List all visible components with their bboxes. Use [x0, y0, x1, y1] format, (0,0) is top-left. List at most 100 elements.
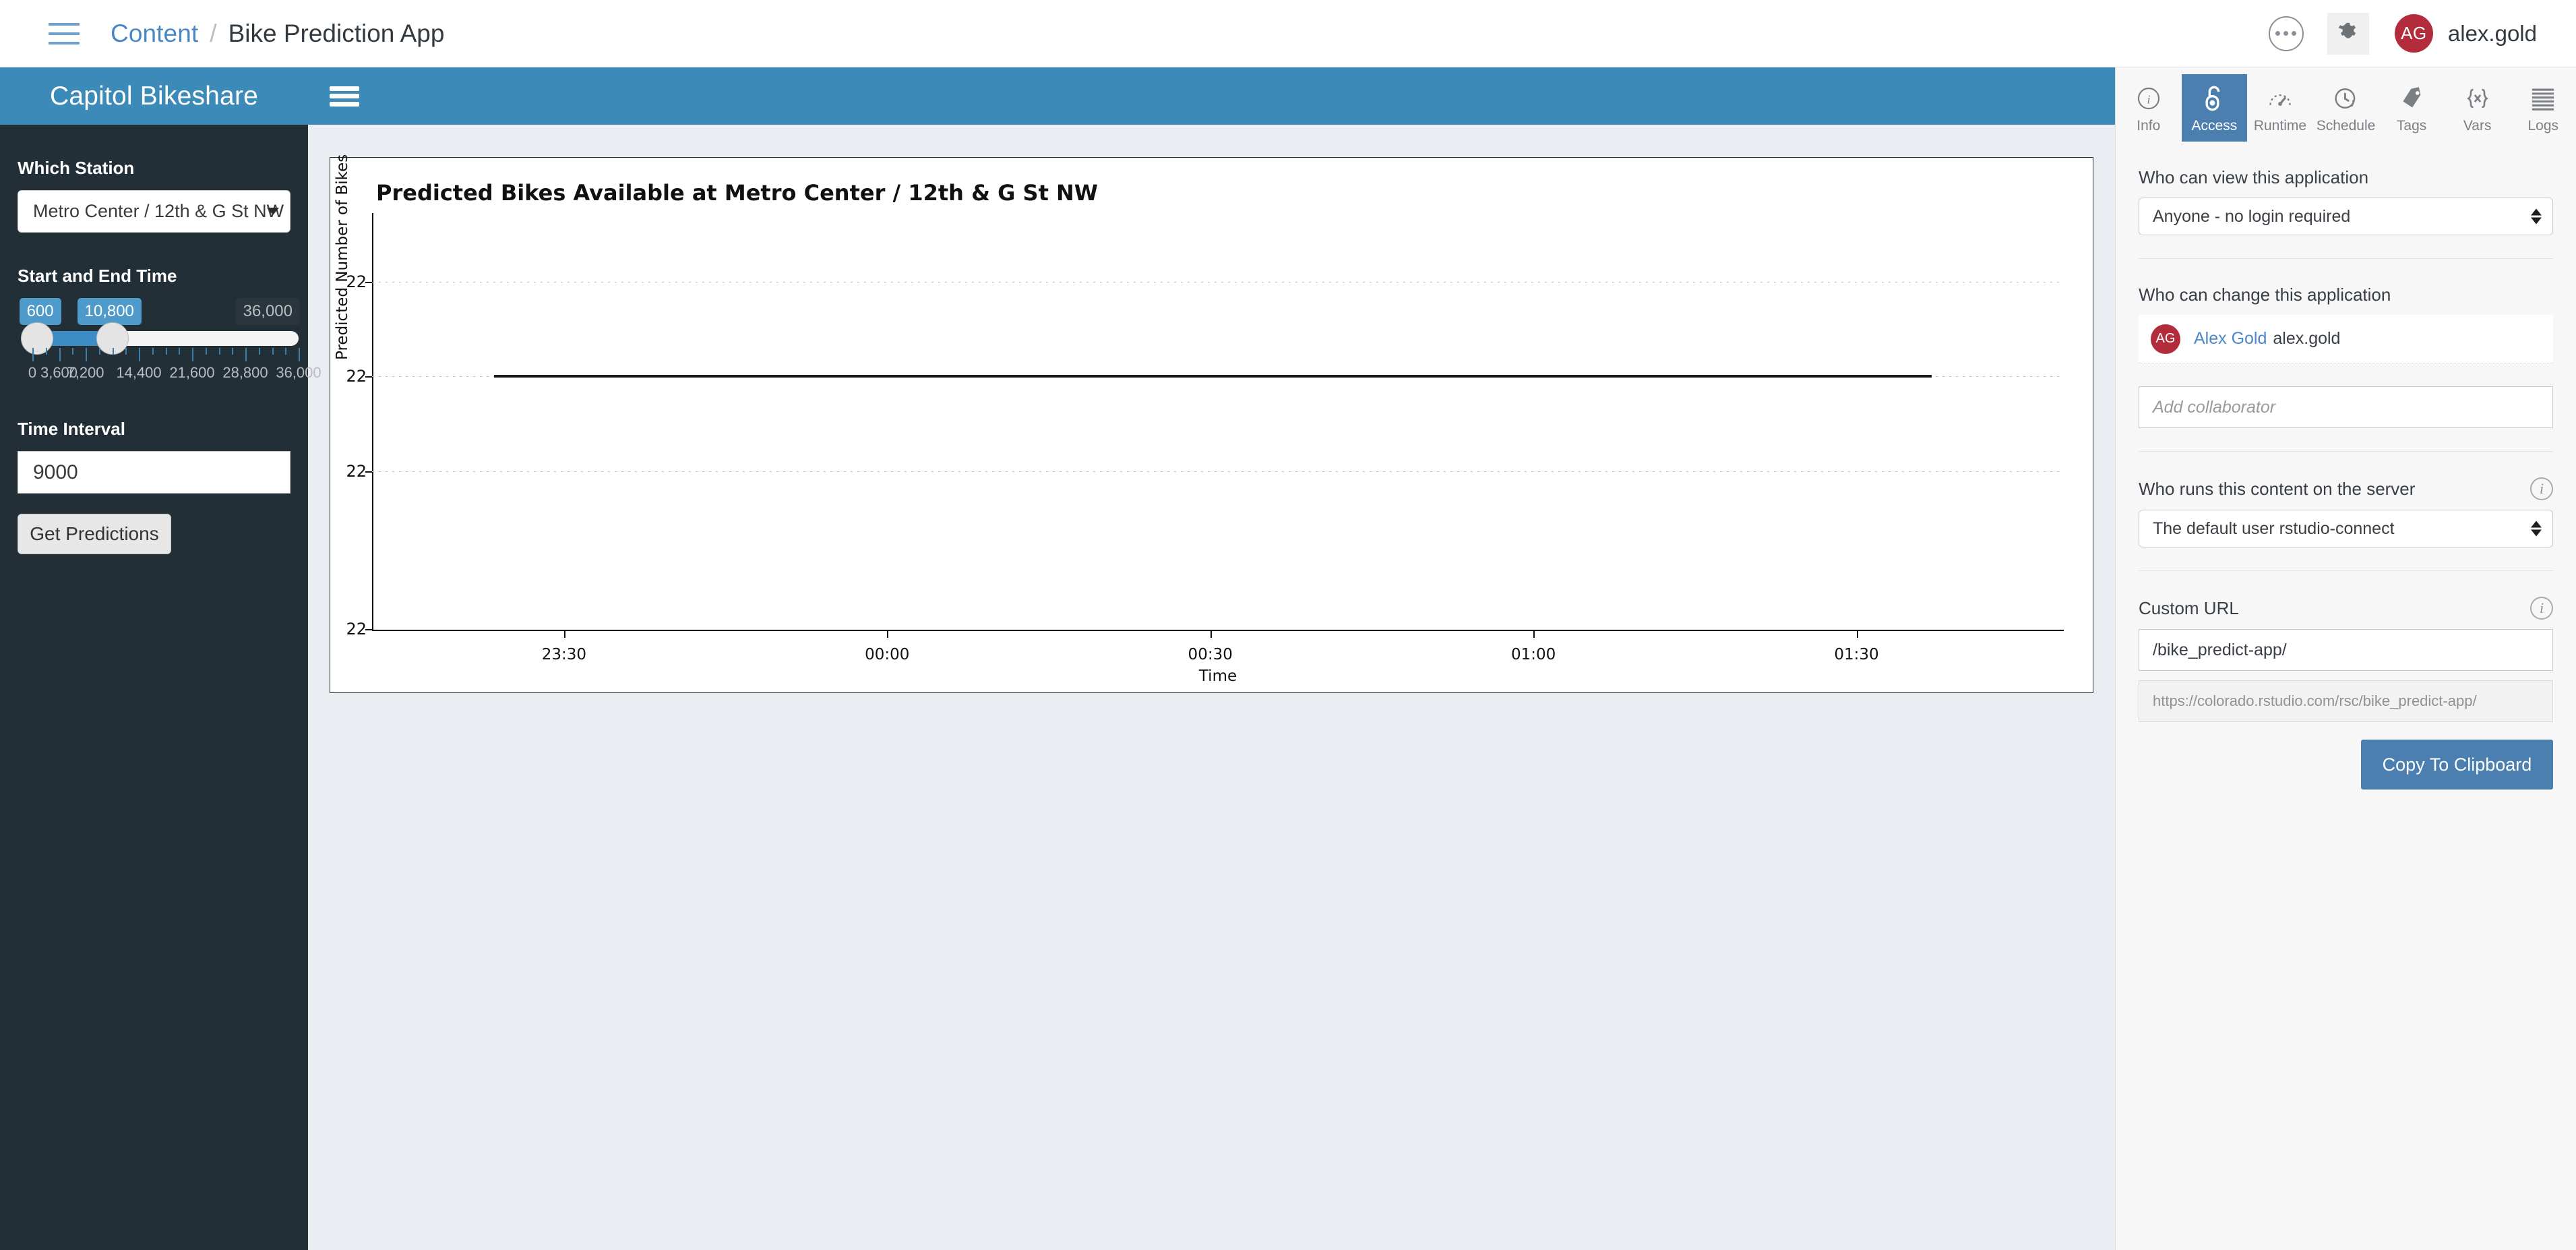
more-options-icon[interactable] [2268, 16, 2304, 51]
collaborator-row[interactable]: AG Alex Gold alex.gold [2139, 315, 2553, 363]
slider-low-value-bubble: 600 [19, 298, 61, 325]
full-url-value: https://colorado.rstudio.com/rsc/bike_pr… [2153, 692, 2477, 709]
app-brand-title: Capitol Bikeshare [0, 67, 308, 125]
get-predictions-button[interactable]: Get Predictions [18, 514, 171, 554]
chart-y-tick-mark [365, 628, 372, 630]
chart-y-tick-label: 22 [346, 461, 367, 481]
chart-y-tick-mark [365, 282, 372, 284]
slider-minor-tick [45, 348, 47, 355]
slider-minor-tick [112, 348, 114, 355]
add-collaborator-placeholder: Add collaborator [2153, 397, 2276, 417]
tab-tags[interactable]: Tags [2379, 74, 2445, 142]
collaborator-name-link[interactable]: Alex Gold [2194, 329, 2267, 349]
interval-input-value: 9000 [33, 460, 78, 483]
full-url-readonly: https://colorado.rstudio.com/rsc/bike_pr… [2139, 680, 2553, 722]
select-spinner-icon [2531, 520, 2542, 537]
tab-label: Vars [2463, 118, 2492, 133]
custom-url-label-row: Custom URL i [2139, 597, 2553, 620]
page-title: Bike Prediction App [228, 19, 445, 47]
time-range-slider[interactable]: 600 10,800 36,000 0 3,600 7,200 14,400 21,60… [18, 298, 321, 386]
slider-max-badge: 36,000 [235, 298, 300, 325]
tab-label: Access [2191, 118, 2238, 133]
chart-x-axis-label: Time [1198, 667, 1237, 685]
chart-plot-area: 22 22 22 22 23:30 00:00 00:30 01:00 01:30 Time [346, 213, 2064, 685]
prediction-chart-panel: Predicted Bikes Available at Metro Cente… [330, 154, 2093, 693]
slider-minor-tick [98, 348, 100, 355]
chart-x-tick-label: 01:30 [1834, 646, 1879, 663]
copy-to-clipboard-button[interactable]: Copy To Clipboard [2361, 740, 2553, 790]
station-label: Which Station [18, 158, 135, 178]
custom-url-input[interactable]: /bike_predict-app/ [2139, 629, 2553, 671]
breadcrumb-content-link[interactable]: Content [111, 20, 198, 48]
who-runs-select[interactable]: The default user rstudio-connect [2139, 510, 2553, 547]
tab-label: Tags [2396, 118, 2427, 133]
chevron-down-icon [267, 208, 279, 215]
tab-label: Runtime [2253, 118, 2307, 133]
top-navigation-bar: Content / Bike Prediction App AG alex.go… [0, 0, 2576, 67]
chart-x-tick-mark [1210, 631, 1212, 638]
slider-major-tick [139, 348, 140, 361]
info-circle-icon[interactable]: i [2530, 477, 2553, 500]
who-runs-label: Who runs this content on the server [2139, 478, 2416, 499]
who-can-view-label: Who can view this application [2139, 167, 2369, 187]
chart-x-tick-mark [1533, 631, 1535, 638]
lines-log-icon [2529, 82, 2557, 115]
slider-minor-tick [218, 348, 220, 355]
chart-y-axis-line [372, 213, 373, 631]
slider-major-tick [299, 348, 300, 361]
avatar[interactable]: AG [2394, 14, 2433, 53]
slider-major-tick [245, 348, 247, 361]
chart-x-tick-mark [887, 631, 889, 638]
tab-vars[interactable]: Vars [2445, 74, 2511, 142]
copy-button-row: Copy To Clipboard [2139, 722, 2553, 790]
info-circle-icon[interactable]: i [2530, 597, 2553, 620]
breadcrumb-separator: / [210, 19, 217, 47]
tab-runtime[interactable]: Runtime [2247, 74, 2313, 142]
slider-minor-tick [272, 348, 274, 355]
tab-logs[interactable]: Logs [2510, 74, 2576, 142]
slider-tick-label: 0 [28, 364, 37, 381]
collaborator-username: alex.gold [2273, 329, 2341, 348]
hamburger-icon[interactable] [49, 22, 80, 44]
slider-major-tick [192, 348, 193, 361]
tab-info[interactable]: i Info [2116, 74, 2182, 142]
station-select[interactable]: Metro Center / 12th & G St NW [18, 190, 290, 233]
tab-label: Logs [2527, 118, 2559, 133]
app-sidebar: Capitol Bikeshare Which Station Metro Ce… [0, 67, 321, 1250]
add-collaborator-input[interactable]: Add collaborator [2139, 386, 2553, 428]
slider-tick-label: 7,200 [67, 364, 104, 381]
tab-access[interactable]: Access [2181, 74, 2248, 142]
chart-x-tick-label: 00:30 [1188, 646, 1233, 663]
station-select-value: Metro Center / 12th & G St NW [33, 201, 284, 221]
gauge-icon [2266, 82, 2294, 115]
custom-url-value: /bike_predict-app/ [2153, 640, 2287, 659]
slider-minor-tick [179, 348, 181, 355]
slider-minor-tick [152, 348, 154, 355]
settings-tabstrip: i Info Access Runtime Schedule Tags Vars Logs [2116, 67, 2576, 142]
slider-high-value-bubble: 10,800 [77, 298, 142, 325]
tab-schedule[interactable]: Schedule [2313, 74, 2379, 142]
chart-gridline [372, 471, 2064, 472]
chart-y-tick-label: 22 [346, 619, 367, 638]
top-bar-right-group: AG alex.gold [2268, 12, 2576, 55]
slider-minor-tick [258, 348, 260, 355]
gear-icon[interactable] [2327, 12, 2369, 55]
who-can-view-value: Anyone - no login required [2153, 206, 2351, 226]
svg-text:i: i [2147, 93, 2150, 107]
unlocked-padlock-icon [2201, 82, 2228, 115]
chart-title: Predicted Bikes Available at Metro Cente… [376, 180, 1099, 206]
hamburger-icon[interactable] [330, 86, 359, 107]
slider-minor-tick [165, 348, 167, 355]
clock-arrow-icon [2332, 82, 2360, 115]
slider-minor-tick [232, 348, 234, 355]
tag-icon [2398, 82, 2425, 115]
slider-tick-label: 21,600 [169, 364, 215, 381]
slider-minor-tick [72, 348, 74, 355]
who-can-view-select[interactable]: Anyone - no login required [2139, 198, 2553, 235]
select-spinner-icon [2531, 208, 2542, 225]
interval-input[interactable]: 9000 [18, 451, 290, 494]
tab-label: Schedule [2316, 118, 2376, 133]
divider [2139, 570, 2553, 571]
app-main-area: Predicted Bikes Available at Metro Cente… [308, 67, 2115, 1250]
slider-tick-label: 28,800 [222, 364, 268, 381]
